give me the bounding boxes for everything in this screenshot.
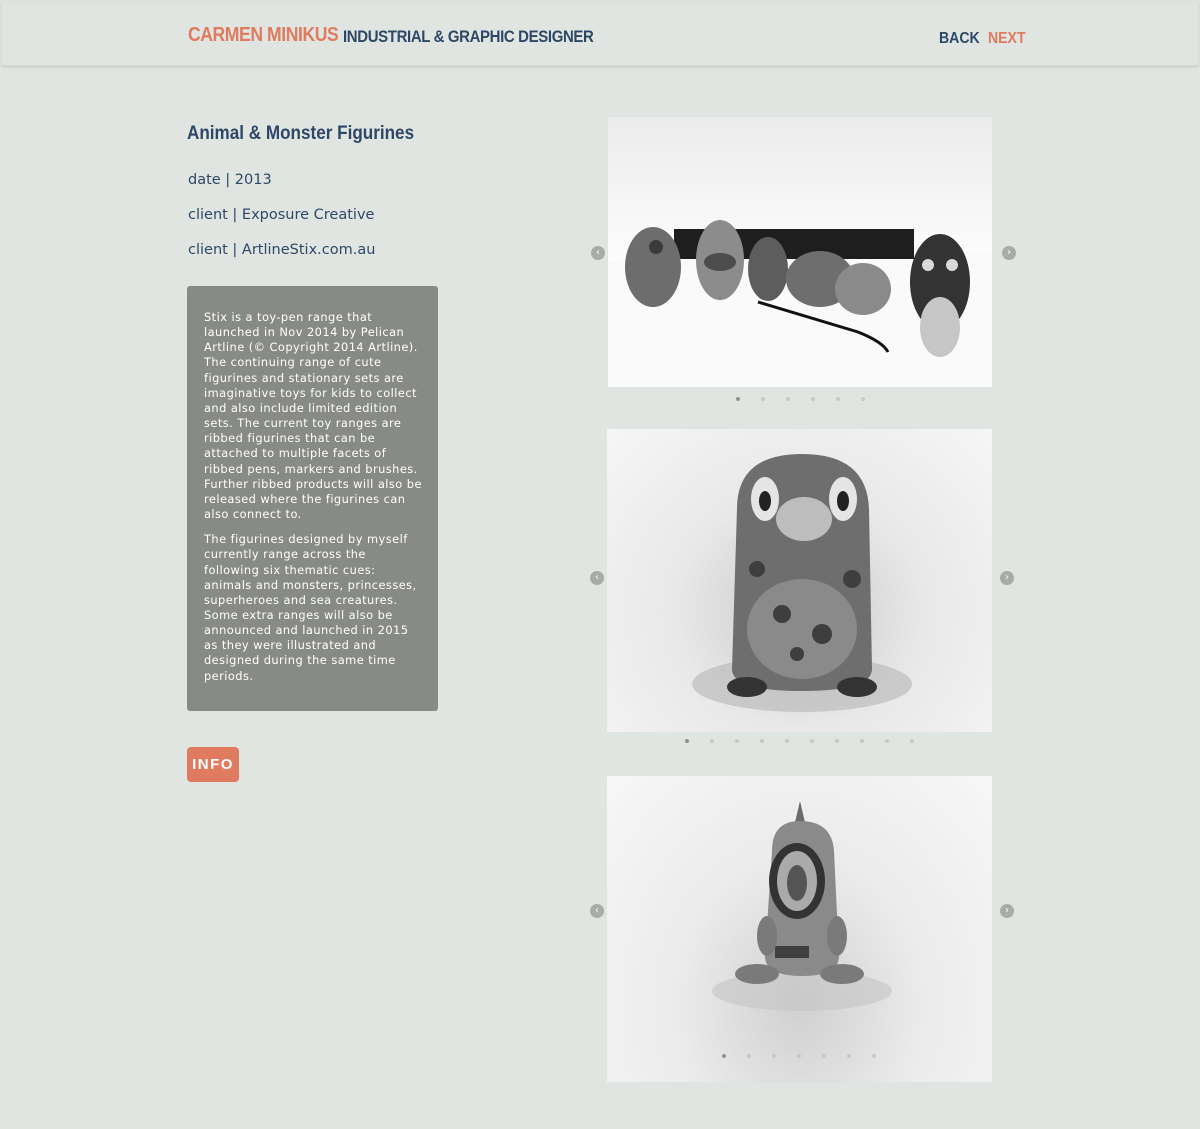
slider-dot[interactable] (836, 397, 840, 401)
back-link[interactable]: BACK (939, 30, 980, 48)
prev-arrow-icon[interactable]: ‹ (591, 246, 605, 260)
slider-dots (722, 1054, 897, 1060)
meta-client: client | Exposure Creative (188, 207, 375, 223)
slider-dots (685, 739, 935, 745)
slider-dot[interactable] (747, 1054, 751, 1058)
slider-dot[interactable] (797, 1054, 801, 1058)
slider-dot[interactable] (910, 739, 914, 743)
slider-dot[interactable] (786, 397, 790, 401)
prev-arrow-icon[interactable]: ‹ (590, 904, 604, 918)
brand-role: INDUSTRIAL & GRAPHIC DESIGNER (343, 27, 594, 46)
slider-dot[interactable] (861, 397, 865, 401)
prev-arrow-icon[interactable]: ‹ (590, 571, 604, 585)
site-header: CARMEN MINIKUS INDUSTRIAL & GRAPHIC DESI… (2, 2, 1198, 66)
slider-dot[interactable] (810, 739, 814, 743)
slider-dot[interactable] (860, 739, 864, 743)
slider-dot[interactable] (847, 1054, 851, 1058)
slider-dot[interactable] (685, 739, 689, 743)
slider-dot[interactable] (722, 1054, 726, 1058)
slider-dot[interactable] (822, 1054, 826, 1058)
project-title: Animal & Monster Figurines (187, 123, 415, 144)
slider-dot[interactable] (710, 739, 714, 743)
next-arrow-icon[interactable]: › (1000, 571, 1014, 585)
next-arrow-icon[interactable]: › (1002, 246, 1016, 260)
slider-dot[interactable] (785, 739, 789, 743)
slider-dot[interactable] (885, 739, 889, 743)
slider-dot[interactable] (772, 1054, 776, 1058)
slider-dots (736, 397, 886, 403)
slide-image-spotted-creature[interactable] (607, 429, 992, 732)
slider-dot[interactable] (761, 397, 765, 401)
slider-dot[interactable] (736, 397, 740, 401)
slider-dot[interactable] (872, 1054, 876, 1058)
description-paragraph: Stix is a toy-pen range that launched in… (204, 310, 422, 522)
next-link[interactable]: NEXT (988, 30, 1026, 48)
slider-dot[interactable] (735, 739, 739, 743)
next-arrow-icon[interactable]: › (1000, 904, 1014, 918)
slider-dot[interactable] (811, 397, 815, 401)
slider-dot[interactable] (760, 739, 764, 743)
slider-dot[interactable] (835, 739, 839, 743)
info-button[interactable]: INFO (187, 747, 239, 782)
meta-date: date | 2013 (188, 172, 272, 188)
description-panel: Stix is a toy-pen range that launched in… (187, 286, 438, 711)
description-paragraph: The figurines designed by myself current… (204, 532, 417, 683)
slide-image-figurine-group[interactable] (608, 117, 992, 387)
slide-image-cyclops-monster[interactable] (607, 776, 992, 1082)
brand-name[interactable]: CARMEN MINIKUS (188, 24, 339, 47)
meta-client-site: client | ArtlineStix.com.au (188, 242, 376, 258)
